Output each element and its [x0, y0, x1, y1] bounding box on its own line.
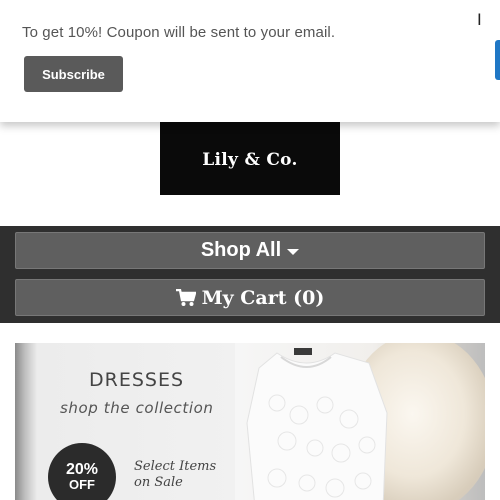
discount-badge: 20% OFF [48, 443, 116, 500]
dresses-banner[interactable]: DRESSES shop the collection 20% OFF Sele… [15, 343, 485, 500]
logo-text: Lily & Co. [202, 149, 298, 170]
sale-text: Select Items on Sale [134, 459, 234, 491]
subscribe-button[interactable]: Subscribe [24, 56, 123, 92]
caret-down-icon [287, 248, 300, 255]
main-nav: Shop All My Cart (0) [0, 226, 500, 323]
dress-image [246, 348, 388, 500]
sale-line-2: on Sale [134, 475, 183, 490]
discount-off: OFF [69, 477, 95, 492]
my-cart-label: My Cart (0) [201, 286, 325, 309]
coupon-message: To get 10%! Coupon will be sent to your … [22, 24, 336, 41]
banner-tagline: shop the collection [60, 399, 214, 417]
shop-all-button[interactable]: Shop All [15, 232, 485, 269]
close-icon[interactable]: I [477, 10, 483, 30]
sale-line-1: Select Items [134, 459, 217, 474]
banner-title: DRESSES [89, 369, 185, 391]
shop-all-label: Shop All [200, 239, 282, 261]
my-cart-button[interactable]: My Cart (0) [15, 279, 485, 316]
discount-percent: 20% [65, 461, 99, 478]
side-tab-button[interactable] [495, 40, 500, 80]
coupon-popup: To get 10%! Coupon will be sent to your … [0, 0, 500, 122]
store-logo[interactable]: Lily & Co. [160, 110, 340, 195]
shopping-cart-icon [175, 288, 196, 306]
